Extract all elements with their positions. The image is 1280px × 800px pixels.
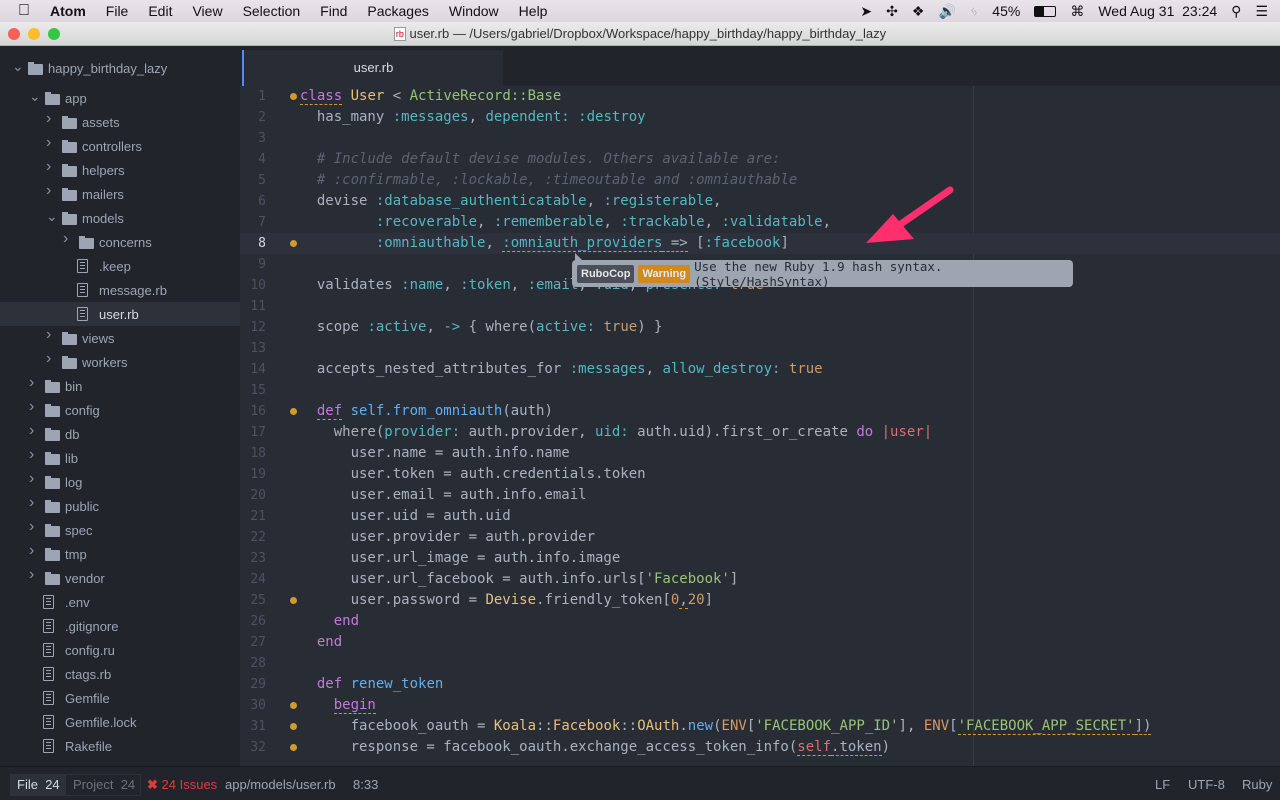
issues-count[interactable]: ✖ 24 Issues [147,774,217,796]
grammar[interactable]: Ruby [1242,774,1272,796]
arrow-shaft [891,186,954,232]
cursor-position[interactable]: 8:33 [353,774,378,796]
project-issues-tab[interactable]: Project 24 [65,774,141,796]
file-path[interactable]: app/models/user.rb [225,774,336,796]
error-x-icon: ✖ [147,777,158,792]
encoding[interactable]: UTF-8 [1188,774,1225,796]
line-ending[interactable]: LF [1155,774,1170,796]
file-issues-tab[interactable]: File 24 [10,774,65,796]
status-bar: File 24 Project 24 ✖ 24 Issues app/model… [0,766,1280,800]
annotation-arrow [866,186,954,243]
